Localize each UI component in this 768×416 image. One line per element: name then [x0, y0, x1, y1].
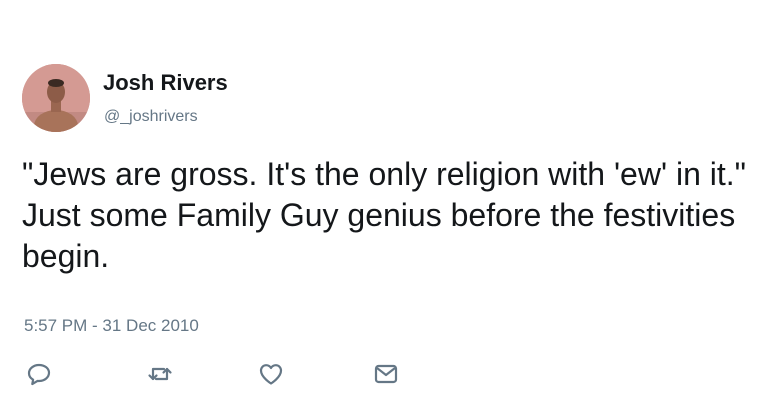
tweet-timestamp[interactable]: 5:57 PM - 31 Dec 2010 — [24, 316, 199, 336]
envelope-icon — [374, 364, 398, 384]
reply-icon — [27, 363, 51, 386]
direct-message-button[interactable] — [372, 360, 400, 388]
heart-icon — [259, 364, 283, 385]
avatar[interactable] — [22, 64, 90, 132]
display-name[interactable]: Josh Rivers — [103, 70, 228, 96]
user-handle[interactable]: @_joshrivers — [104, 108, 198, 126]
tweet-card: Josh Rivers @_joshrivers "Jews are gross… — [0, 0, 768, 416]
like-button[interactable] — [257, 360, 285, 388]
reply-button[interactable] — [25, 360, 53, 388]
tweet-actions — [0, 360, 768, 390]
retweet-icon — [148, 367, 172, 381]
tweet-text: "Jews are gross. It's the only religion … — [22, 156, 746, 274]
retweet-button[interactable] — [146, 360, 174, 388]
avatar-image — [22, 64, 90, 132]
